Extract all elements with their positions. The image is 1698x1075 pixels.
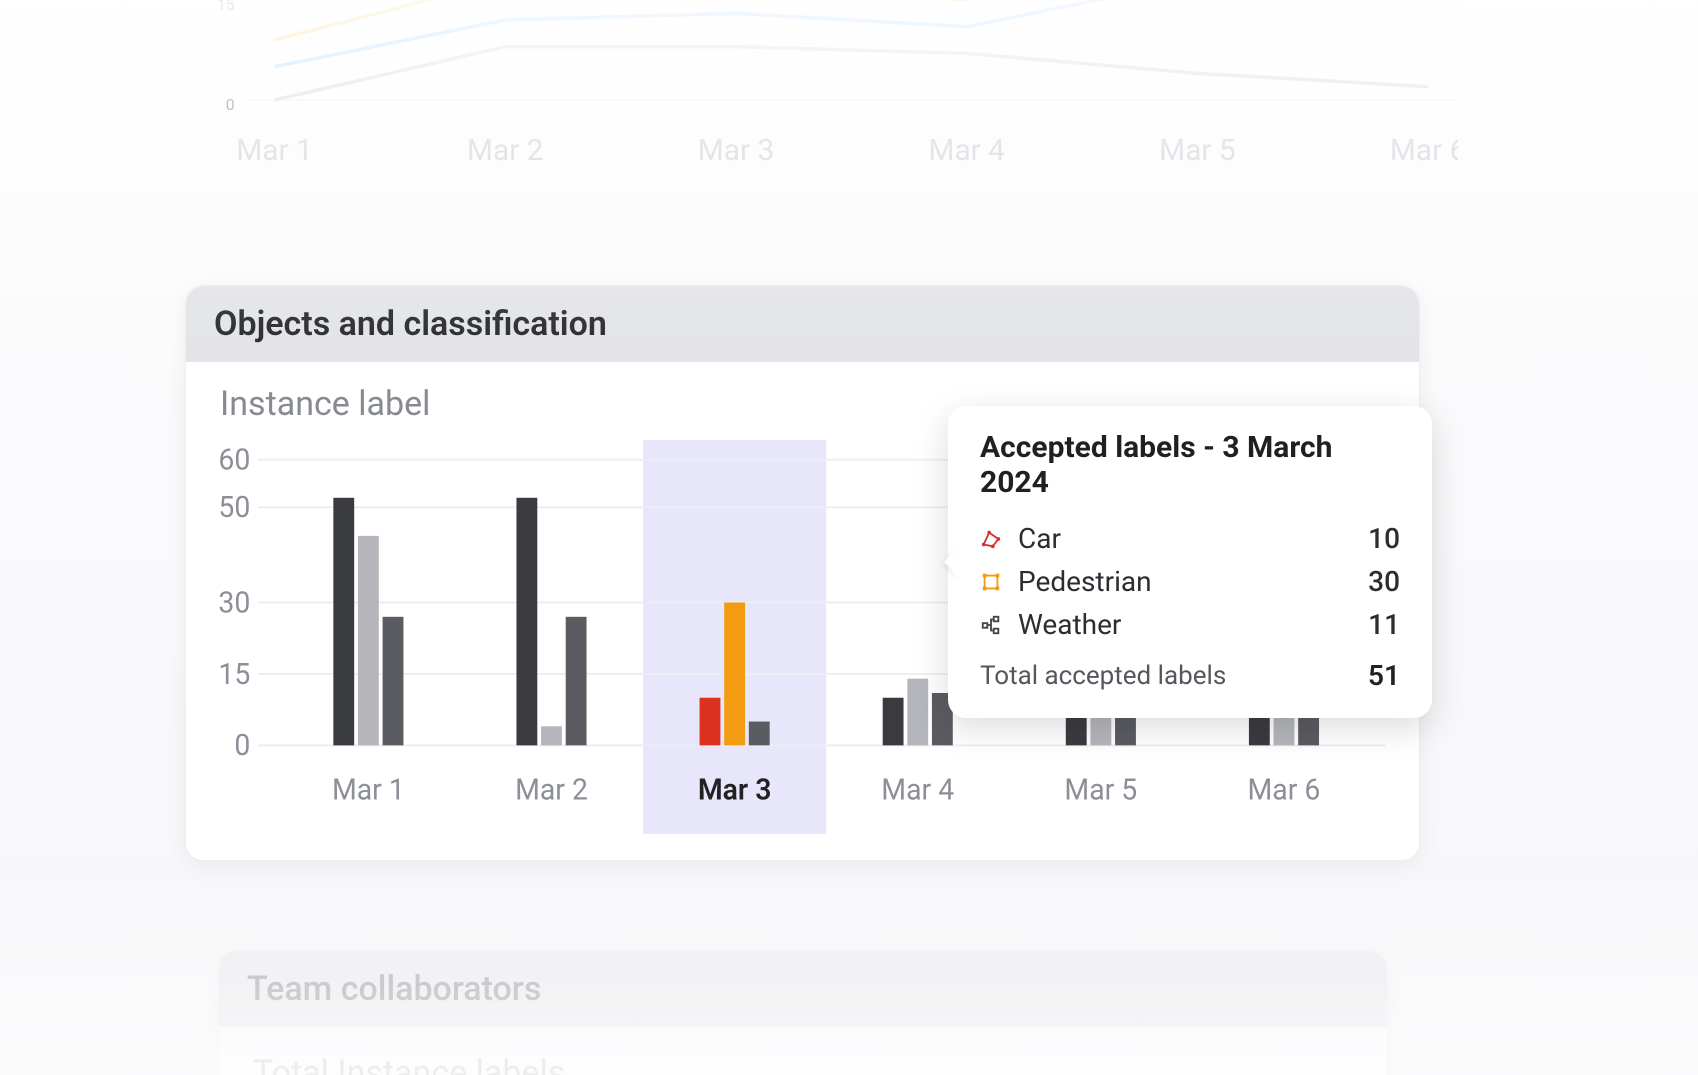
svg-text:0: 0 — [226, 95, 235, 114]
tooltip-row-car: Car 10 — [980, 522, 1400, 555]
polygon-icon — [980, 528, 1002, 550]
bar[interactable] — [566, 617, 587, 746]
tooltip-title: Accepted labels - 3 March 2024 — [980, 430, 1400, 500]
svg-text:Mar 6: Mar 6 — [1390, 133, 1458, 168]
tooltip-label: Weather — [1018, 608, 1352, 641]
tooltip-popover: Accepted labels - 3 March 2024 Car 10 Pe… — [948, 406, 1432, 718]
svg-text:Mar 5: Mar 5 — [1064, 773, 1137, 808]
bar[interactable] — [883, 698, 904, 746]
tooltip-row-weather: Weather 11 — [980, 608, 1400, 641]
tooltip-label: Pedestrian — [1018, 565, 1352, 598]
svg-text:Mar 5: Mar 5 — [1159, 133, 1236, 168]
svg-text:Mar 1: Mar 1 — [236, 133, 313, 168]
team-card-header: Team collaborators — [219, 951, 1387, 1027]
svg-text:Mar 4: Mar 4 — [928, 133, 1005, 168]
bar[interactable] — [724, 603, 745, 746]
svg-text:Mar 1: Mar 1 — [332, 773, 405, 808]
card-header: Objects and classification — [186, 286, 1419, 362]
tooltip-label: Car — [1018, 522, 1352, 555]
tooltip-total-row: Total accepted labels 51 — [980, 659, 1400, 692]
svg-text:0: 0 — [234, 729, 250, 764]
bar[interactable] — [749, 722, 770, 746]
bbox-icon — [980, 571, 1002, 593]
svg-text:Mar 3: Mar 3 — [698, 773, 772, 808]
bar[interactable] — [516, 498, 537, 746]
svg-text:15: 15 — [217, 0, 235, 14]
team-card-subtitle: Total Instance labels — [219, 1027, 1387, 1075]
svg-text:50: 50 — [218, 491, 250, 526]
svg-text:Mar 6: Mar 6 — [1248, 773, 1321, 808]
svg-text:Mar 2: Mar 2 — [515, 773, 588, 808]
bar[interactable] — [907, 679, 928, 746]
bar[interactable] — [541, 726, 562, 745]
bar[interactable] — [700, 698, 721, 746]
bar[interactable] — [333, 498, 354, 746]
tooltip-row-pedestrian: Pedestrian 30 — [980, 565, 1400, 598]
svg-text:30: 30 — [218, 586, 250, 621]
tooltip-value: 10 — [1368, 522, 1400, 555]
bar[interactable] — [358, 536, 379, 745]
tooltip-total-value: 51 — [1368, 659, 1400, 692]
svg-text:15: 15 — [218, 657, 250, 692]
svg-text:Mar 2: Mar 2 — [467, 133, 544, 168]
tooltip-total-label: Total accepted labels — [980, 661, 1368, 691]
team-card: Team collaborators Total Instance labels — [218, 950, 1388, 1075]
top-line-chart: 0 15 Mar 1 Mar 2 Mar 3 Mar 4 Mar 5 Mar 6 — [185, 0, 1458, 220]
tooltip-value: 11 — [1368, 608, 1400, 641]
svg-text:60: 60 — [218, 443, 250, 478]
bar[interactable] — [383, 617, 404, 746]
svg-text:Mar 4: Mar 4 — [881, 773, 954, 808]
tooltip-value: 30 — [1368, 565, 1400, 598]
tree-icon — [980, 614, 1002, 636]
svg-text:Mar 3: Mar 3 — [698, 133, 775, 168]
